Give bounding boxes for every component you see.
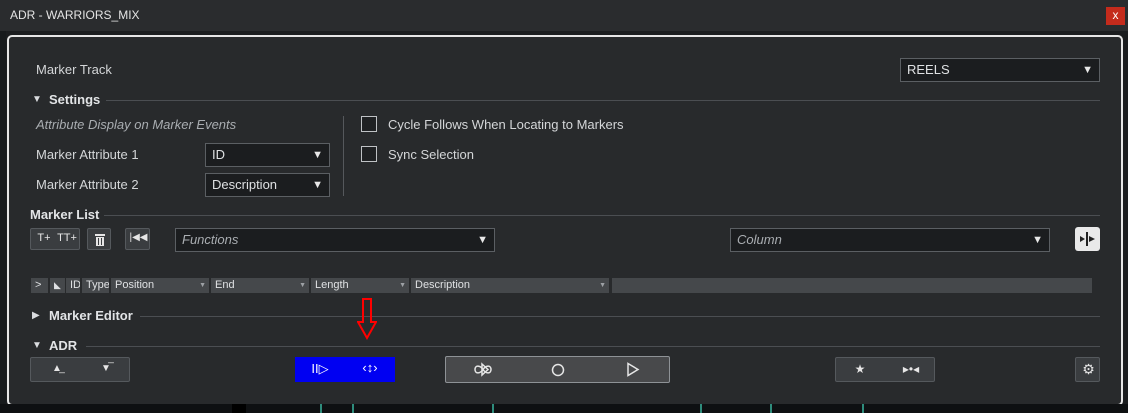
flag-icon: ◣ (54, 280, 61, 290)
background-window-strip (0, 404, 1128, 413)
trim-icon[interactable]: ‹↕› (357, 360, 383, 375)
column-header-position[interactable]: Position ▼ (111, 278, 209, 293)
star-icon[interactable]: ★ (850, 362, 870, 376)
marker-track-value: REELS (907, 62, 950, 77)
delete-icon (95, 234, 105, 246)
sort-arrow-icon: ▼ (199, 282, 206, 289)
transport-group (445, 356, 670, 383)
background-track-line (862, 404, 864, 413)
insert-trim-button-group: II▷ ‹↕› (295, 357, 395, 382)
marker-track-select[interactable]: REELS ▼ (900, 58, 1100, 82)
column-placeholder: Column (737, 232, 782, 247)
column-header-label: Position (115, 279, 155, 291)
marker-list-title: Marker List (30, 207, 100, 222)
dropdown-arrow-icon: ▼ (1082, 64, 1093, 76)
adr-collapse-icon[interactable]: ▼ (32, 340, 42, 351)
title-bar (0, 0, 1128, 31)
marker-attribute-2-select[interactable]: Description ▼ (205, 173, 330, 197)
background-track-line (492, 404, 494, 413)
marker-attribute-2-value: Description (212, 177, 278, 192)
background-window-block (232, 404, 246, 413)
sort-arrow-icon: ▼ (399, 282, 406, 289)
add-marker-button-group: T+ TT+ (30, 228, 80, 250)
column-header-filler (612, 278, 1092, 293)
functions-placeholder: Functions (182, 232, 239, 247)
swap-panel-button[interactable] (1075, 227, 1100, 251)
cycle-icon[interactable] (472, 362, 494, 377)
column-header-label: Description (415, 279, 471, 291)
adr-divider (86, 346, 1100, 347)
marker-attribute-1-select[interactable]: ID ▼ (205, 143, 330, 167)
column-header-id[interactable]: ID (66, 278, 80, 293)
settings-vertical-divider (343, 116, 344, 196)
close-button[interactable]: x (1106, 7, 1125, 25)
column-header-type[interactable]: Type (82, 278, 109, 293)
adr-section-title[interactable]: ADR (49, 338, 77, 353)
background-track-line (320, 404, 322, 413)
go-to-start-button[interactable]: |◀◀ (125, 228, 150, 250)
background-window-edge (0, 31, 6, 404)
marker-tools-group: ★ ▸•◂ (835, 357, 935, 382)
column-header-flag[interactable]: ◣ (50, 278, 65, 293)
cycle-follows-label: Cycle Follows When Locating to Markers (388, 117, 624, 132)
marker-attribute-1-value: ID (212, 147, 225, 162)
go-to-start-icon: |◀◀ (129, 232, 148, 243)
window-title: ADR - WARRIORS_MIX (10, 8, 140, 22)
column-header-description[interactable]: Description ▼ (411, 278, 609, 293)
column-header-label: End (215, 279, 235, 291)
add-marker-icon[interactable]: T+ (34, 232, 54, 244)
column-select[interactable]: Column ▼ (730, 228, 1050, 252)
dropdown-arrow-icon: ▼ (312, 149, 323, 161)
sort-arrow-icon: ▼ (299, 282, 306, 289)
column-header-expand[interactable]: > (31, 278, 48, 293)
marker-editor-expand-icon[interactable]: ▶ (32, 310, 40, 321)
sync-selection-checkbox[interactable] (361, 146, 377, 162)
background-track-line (700, 404, 702, 413)
dropdown-arrow-icon: ▼ (312, 179, 323, 191)
sort-arrow-icon: ▼ (599, 282, 606, 289)
column-header-length[interactable]: Length ▼ (311, 278, 409, 293)
add-multi-marker-icon[interactable]: TT+ (56, 232, 78, 244)
marker-attribute-2-label: Marker Attribute 2 (36, 177, 139, 192)
dropdown-arrow-icon: ▼ (477, 234, 488, 246)
marker-list-divider (104, 215, 1100, 216)
marker-editor-title[interactable]: Marker Editor (49, 308, 133, 323)
settings-collapse-icon[interactable]: ▼ (32, 94, 42, 105)
adr-panel (7, 35, 1123, 406)
delete-marker-button[interactable] (87, 228, 111, 250)
gear-icon: ⚙ (1082, 361, 1095, 377)
move-up-icon[interactable]: ▲̲ (45, 363, 69, 374)
background-track-line (770, 404, 772, 413)
settings-divider (106, 100, 1100, 101)
play-icon[interactable] (626, 362, 640, 377)
sync-selection-label: Sync Selection (388, 147, 474, 162)
settings-section-title[interactable]: Settings (49, 92, 100, 107)
background-track-line (352, 404, 354, 413)
marker-editor-divider (140, 316, 1100, 317)
annotation-down-arrow-icon (357, 298, 377, 340)
attribute-display-label: Attribute Display on Marker Events (36, 117, 237, 132)
column-header-label: Length (315, 279, 349, 291)
marker-track-label: Marker Track (36, 62, 112, 77)
settings-button[interactable]: ⚙ (1075, 357, 1100, 382)
move-buttons-group: ▲̲ ▼̅ (30, 357, 130, 382)
swap-panel-icon (1080, 232, 1095, 246)
marker-attribute-1-label: Marker Attribute 1 (36, 147, 139, 162)
dropdown-arrow-icon: ▼ (1032, 234, 1043, 246)
record-icon[interactable] (551, 363, 565, 377)
cycle-follows-checkbox[interactable] (361, 116, 377, 132)
insert-icon[interactable]: II▷ (307, 361, 333, 377)
column-header-end[interactable]: End ▼ (211, 278, 309, 293)
snap-icon[interactable]: ▸•◂ (896, 362, 926, 376)
functions-select[interactable]: Functions ▼ (175, 228, 495, 252)
move-down-icon[interactable]: ▼̅ (94, 363, 118, 374)
